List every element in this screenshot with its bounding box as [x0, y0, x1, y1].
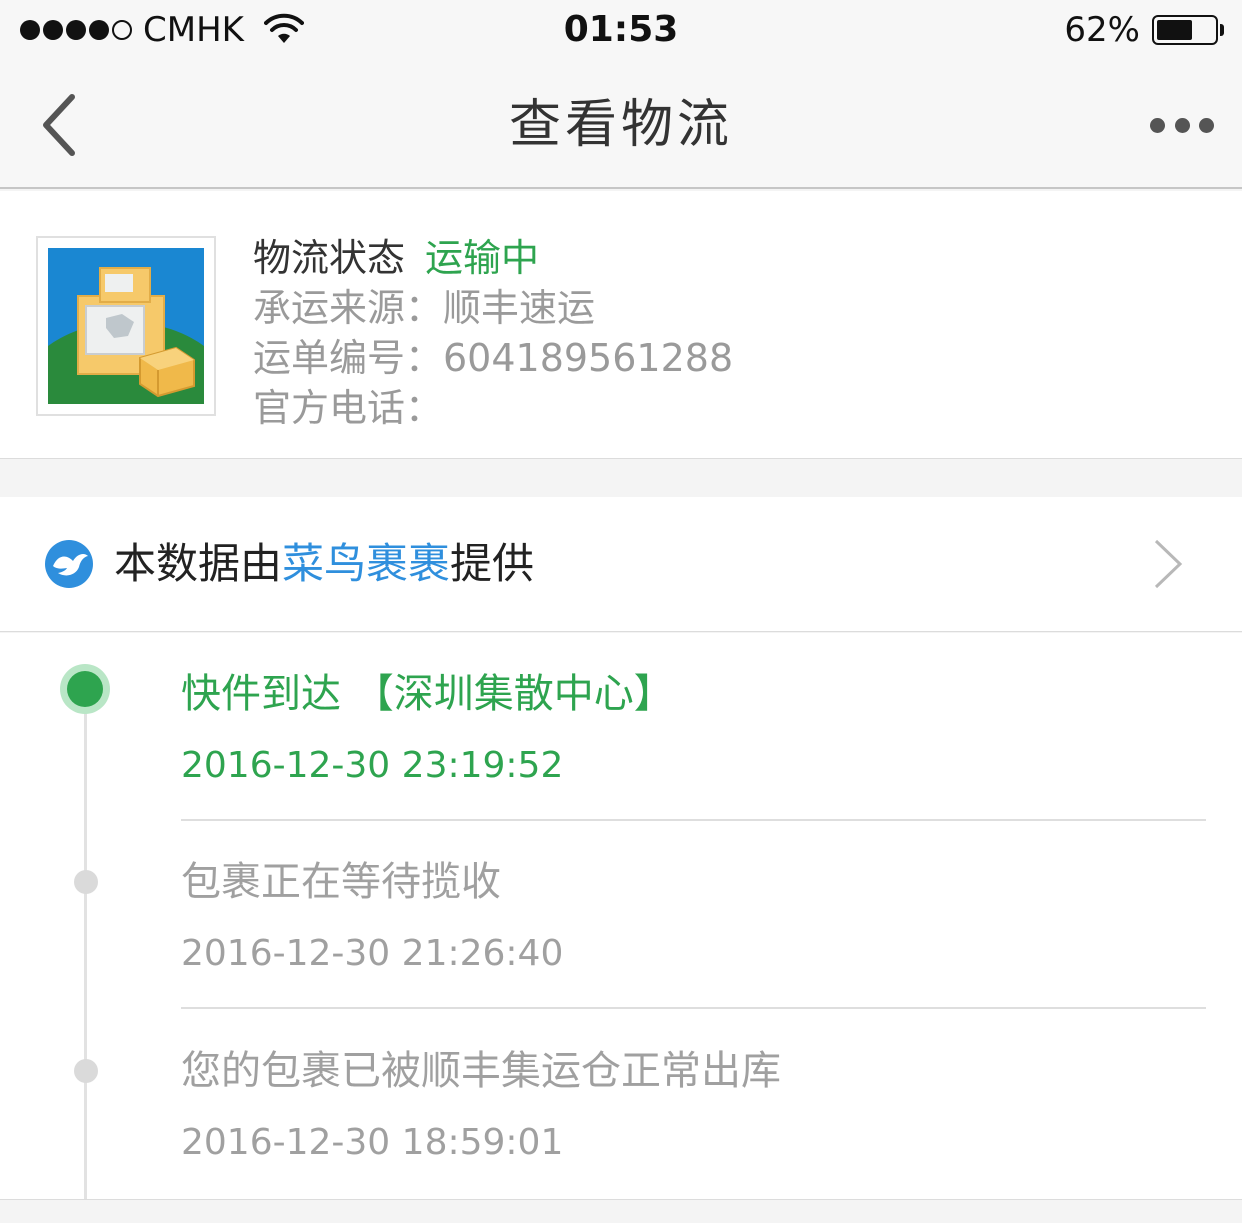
shipment-details: 物流状态 运输中 承运来源：顺丰速运 运单编号：604189561288 官方电话…	[253, 233, 733, 433]
battery-fill	[1157, 20, 1192, 40]
page-title: 查看物流	[508, 95, 733, 155]
status-bar: CMHK 01:53 62%	[0, 0, 1242, 62]
more-button[interactable]	[1150, 110, 1214, 140]
package-thumbnail	[36, 236, 216, 416]
provider-prefix: 本数据由	[114, 539, 283, 588]
carrier-row: 承运来源：顺丰速运	[253, 286, 596, 330]
status-value: 运输中	[425, 236, 540, 280]
phone-row: 官方电话：	[253, 386, 444, 430]
timeline-entry-time: 2016-12-30 18:59:01	[181, 1122, 564, 1163]
provider-suffix: 提供	[450, 539, 535, 588]
timeline-entry-time: 2016-12-30 23:19:52	[181, 745, 564, 786]
battery-percent: 62%	[1064, 10, 1140, 50]
provider-link[interactable]: 菜鸟裹裹	[282, 539, 450, 588]
timeline-entry-title: 快件到达 【深圳集散中心】	[181, 671, 674, 717]
timeline-node	[74, 870, 98, 894]
data-provider-row[interactable]: 本数据由菜鸟裹裹提供	[0, 497, 1242, 632]
battery-icon	[1152, 15, 1218, 45]
timeline-entry-title: 您的包裹已被顺丰集运仓正常出库	[181, 1048, 781, 1094]
navigation-bar: 查看物流	[0, 62, 1242, 189]
timeline-entry-time: 2016-12-30 21:26:40	[181, 933, 564, 974]
more-dot	[1174, 117, 1190, 133]
bottom-edge	[0, 1199, 1242, 1223]
status-row: 物流状态 运输中	[253, 233, 733, 283]
battery-area: 62%	[1064, 8, 1224, 52]
package-illustration	[48, 248, 204, 404]
clock: 01:53	[563, 9, 679, 50]
more-dot	[1150, 117, 1165, 133]
timeline-line	[84, 693, 87, 1199]
timeline-node-active	[60, 664, 110, 714]
timeline-separator	[181, 1007, 1206, 1009]
provider-text: 本数据由菜鸟裹裹提供	[114, 537, 534, 591]
tracking-number-row[interactable]: 运单编号：604189561288	[253, 333, 733, 383]
shipment-info-card: 物流状态 运输中 承运来源：顺丰速运 运单编号：604189561288 官方电话…	[0, 191, 1242, 459]
timeline-node	[74, 1059, 98, 1083]
status-label: 物流状态	[253, 236, 406, 280]
tracking-timeline: 快件到达 【深圳集散中心】 2016-12-30 23:19:52 包裹正在等待…	[0, 633, 1242, 1199]
battery-tip	[1220, 24, 1224, 36]
timeline-separator	[181, 819, 1206, 821]
chevron-right-icon	[1154, 539, 1183, 589]
timeline-entry-title: 包裹正在等待揽收	[181, 859, 501, 905]
cainiao-logo-icon	[45, 540, 93, 588]
more-dot	[1199, 117, 1214, 133]
